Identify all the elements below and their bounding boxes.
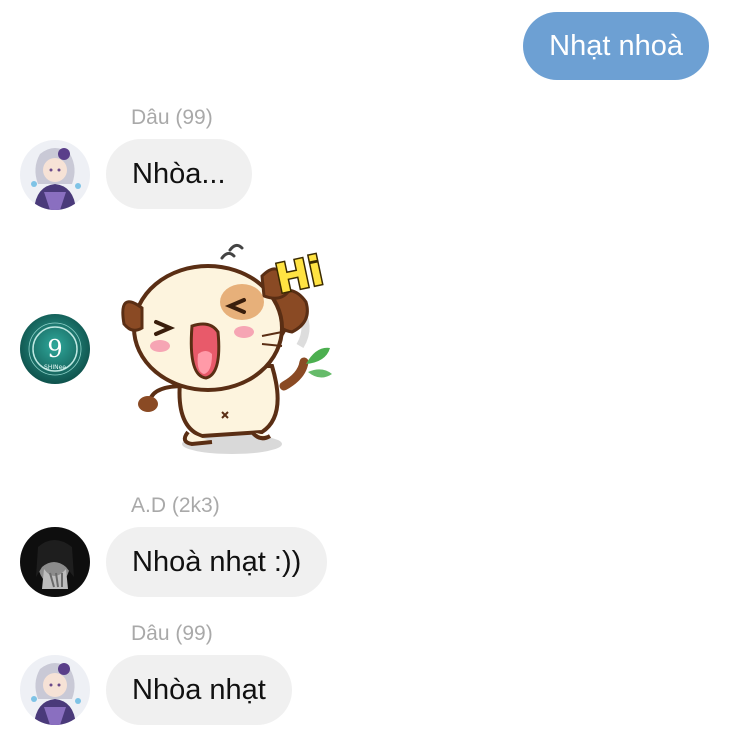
badge-number: 9 (47, 335, 62, 363)
badge-name: SHINee (44, 364, 66, 371)
incoming-message-bubble[interactable]: Nhoà nhạt :)) (106, 527, 328, 597)
incoming-message-bubble[interactable]: Nhòa nhạt (106, 655, 292, 725)
outgoing-message-bubble[interactable]: Nhạt nhoà (523, 12, 709, 80)
sender-name: Dâu (99) (131, 106, 213, 129)
sticker-hi-text: Hi (272, 248, 328, 303)
sender-name: A.D (2k3) (131, 494, 220, 517)
incoming-message-bubble[interactable]: Nhòa... (106, 139, 252, 209)
avatar-anime-girl[interactable] (20, 140, 90, 210)
avatar-shinee-logo[interactable]: 9 SHINee (20, 314, 90, 384)
avatar-anime-girl[interactable] (20, 655, 90, 725)
sender-name: Dâu (99) (131, 622, 213, 645)
avatar-dark-portrait[interactable] (20, 527, 90, 597)
cat-waving-hi-sticker[interactable]: Hi (112, 236, 344, 466)
